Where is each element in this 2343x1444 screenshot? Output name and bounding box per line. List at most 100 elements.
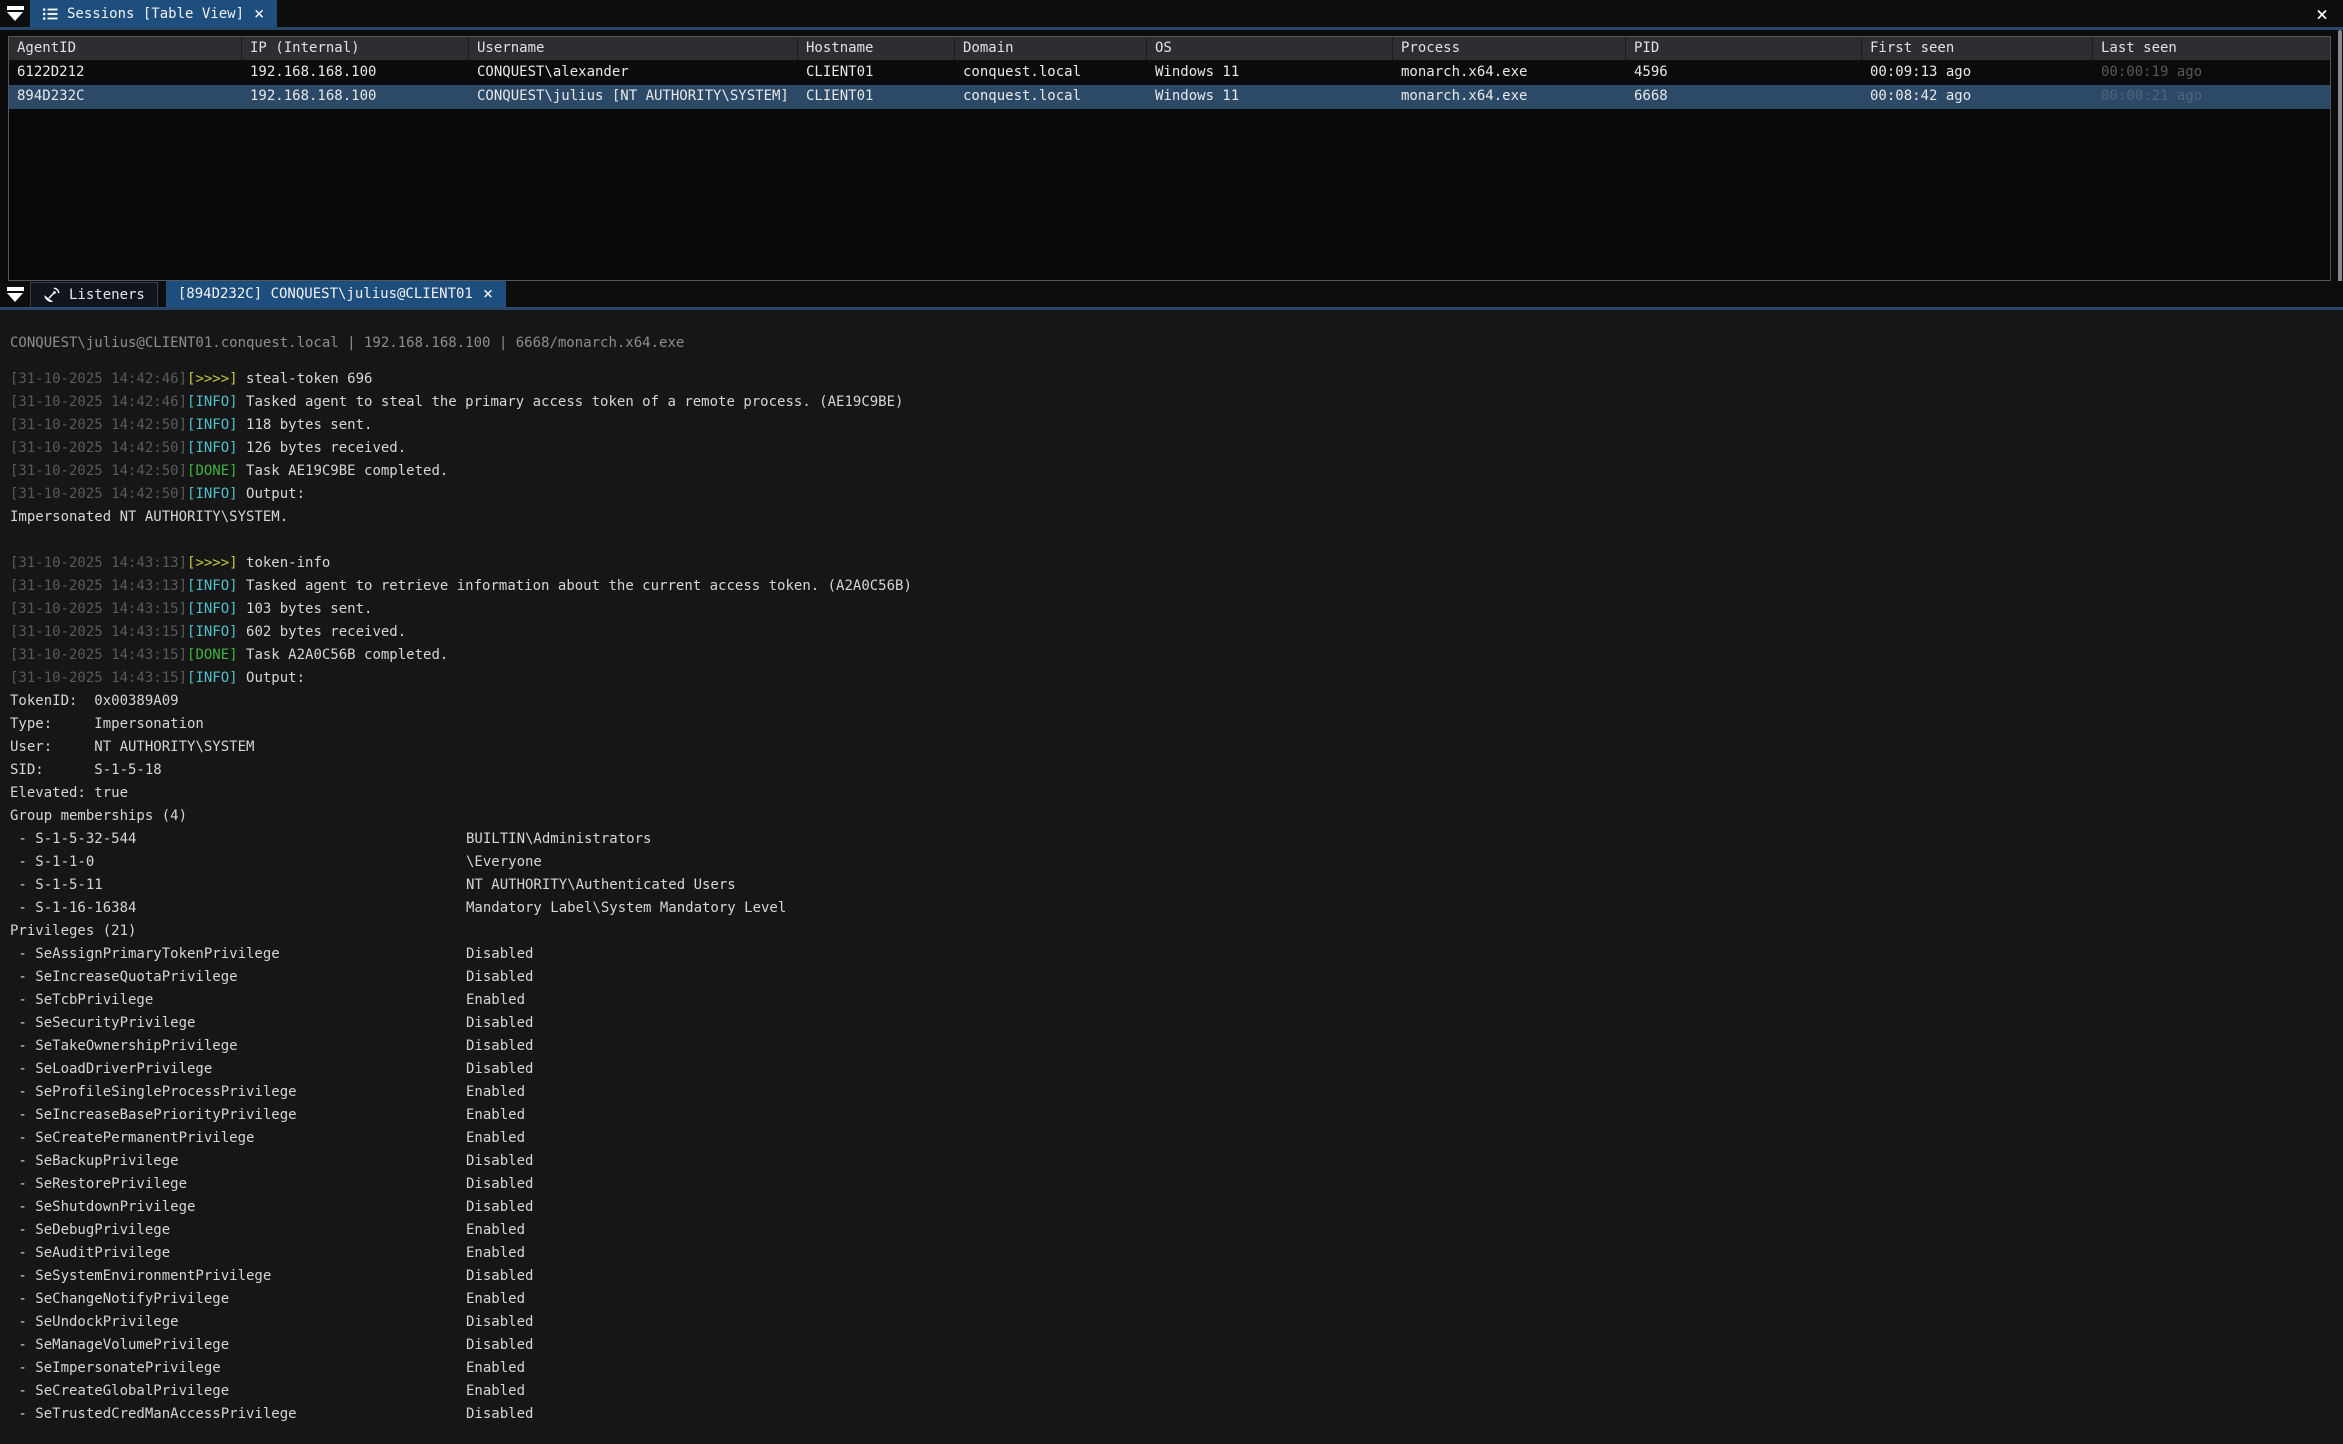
sessions-table: AgentIDIP (Internal)UsernameHostnameDoma… xyxy=(8,36,2331,281)
console-line: - SeTakeOwnershipPrivilegeDisabled xyxy=(10,1035,2343,1058)
session-cell: CONQUEST\alexander xyxy=(469,61,798,85)
console-line: - SeProfileSingleProcessPrivilegeEnabled xyxy=(10,1081,2343,1104)
collapse-icon xyxy=(7,6,24,10)
console-line: [31-10-2025 14:43:15][INFO] Output: xyxy=(10,667,2343,690)
session-cell: CLIENT01 xyxy=(798,85,955,109)
console-line: Elevated: true xyxy=(10,782,2343,805)
console-line: - SeDebugPrivilegeEnabled xyxy=(10,1219,2343,1242)
window-close-icon[interactable]: × xyxy=(2309,2,2335,28)
session-cell: 4596 xyxy=(1626,61,1862,85)
tab-agent-label: [894D232C] CONQUEST\julius@CLIENT01 xyxy=(178,286,473,302)
console-line: [31-10-2025 14:42:50][INFO] 126 bytes re… xyxy=(10,437,2343,460)
sessions-tabbar: Sessions [Table View] × × xyxy=(0,0,2343,30)
agent-console[interactable]: CONQUEST\julius@CLIENT01.conquest.local … xyxy=(0,310,2343,1444)
console-line: - SeBackupPrivilegeDisabled xyxy=(10,1150,2343,1173)
tab-sessions-label: Sessions [Table View] xyxy=(67,6,244,22)
session-cell: 6668 xyxy=(1626,85,1862,109)
column-header-domain[interactable]: Domain xyxy=(955,37,1147,60)
table-header-row: AgentIDIP (Internal)UsernameHostnameDoma… xyxy=(9,37,2330,61)
session-cell: CONQUEST\julius [NT AUTHORITY\SYSTEM] xyxy=(469,85,798,109)
session-cell: 00:00:19 ago xyxy=(2093,61,2331,85)
console-line: - SeTrustedCredManAccessPrivilegeDisable… xyxy=(10,1403,2343,1426)
console-line: [31-10-2025 14:43:13][>>>>] token-info xyxy=(10,552,2343,575)
console-line: TokenID: 0x00389A09 xyxy=(10,690,2343,713)
console-line xyxy=(10,529,2343,552)
list-view-icon xyxy=(42,6,58,22)
column-header-first-seen[interactable]: First seen xyxy=(1862,37,2093,60)
c2-client-window: Sessions [Table View] × × AgentIDIP (Int… xyxy=(0,0,2343,1444)
column-header-agentid[interactable]: AgentID xyxy=(9,37,242,60)
session-cell: 192.168.168.100 xyxy=(242,85,469,109)
console-line: [31-10-2025 14:42:46][INFO] Tasked agent… xyxy=(10,391,2343,414)
column-header-pid[interactable]: PID xyxy=(1626,37,1862,60)
tab-overview-dropdown-button-2[interactable] xyxy=(0,281,30,307)
console-line: SID: S-1-5-18 xyxy=(10,759,2343,782)
agent-status-line: CONQUEST\julius@CLIENT01.conquest.local … xyxy=(10,335,2343,352)
session-row-894D232C[interactable]: 894D232C192.168.168.100CONQUEST\julius [… xyxy=(9,85,2330,109)
console-line: - S-1-5-32-544BUILTIN\Administrators xyxy=(10,828,2343,851)
console-line: Group memberships (4) xyxy=(10,805,2343,828)
tab-listeners-label: Listeners xyxy=(69,287,145,303)
console-line: [31-10-2025 14:42:50][INFO] 118 bytes se… xyxy=(10,414,2343,437)
console-line: - SeCreateGlobalPrivilegeEnabled xyxy=(10,1380,2343,1403)
tab-listeners[interactable]: Listeners xyxy=(30,282,158,307)
console-line: - S-1-5-11NT AUTHORITY\Authenticated Use… xyxy=(10,874,2343,897)
session-cell: 00:00:21 ago xyxy=(2093,85,2331,109)
console-line: - SeIncreaseQuotaPrivilegeDisabled xyxy=(10,966,2343,989)
session-cell: monarch.x64.exe xyxy=(1393,61,1626,85)
console-line: User: NT AUTHORITY\SYSTEM xyxy=(10,736,2343,759)
column-header-last-seen[interactable]: Last seen xyxy=(2093,37,2331,60)
console-line: - SeIncreaseBasePriorityPrivilegeEnabled xyxy=(10,1104,2343,1127)
console-line: - SeSystemEnvironmentPrivilegeDisabled xyxy=(10,1265,2343,1288)
console-line: Type: Impersonation xyxy=(10,713,2343,736)
triangle-down-icon xyxy=(7,293,23,302)
column-header-process[interactable]: Process xyxy=(1393,37,1626,60)
column-header-os[interactable]: OS xyxy=(1147,37,1393,60)
tab-overview-dropdown-button[interactable] xyxy=(0,0,30,27)
console-line: [31-10-2025 14:43:13][INFO] Tasked agent… xyxy=(10,575,2343,598)
session-cell: 894D232C xyxy=(9,85,242,109)
console-line: [31-10-2025 14:42:50][DONE] Task AE19C9B… xyxy=(10,460,2343,483)
console-line: [31-10-2025 14:42:50][INFO] Output: xyxy=(10,483,2343,506)
console-line: [31-10-2025 14:43:15][INFO] 602 bytes re… xyxy=(10,621,2343,644)
console-line: [31-10-2025 14:43:15][INFO] 103 bytes se… xyxy=(10,598,2343,621)
session-cell: 00:09:13 ago xyxy=(1862,61,2093,85)
console-line: - SeSecurityPrivilegeDisabled xyxy=(10,1012,2343,1035)
session-cell: 192.168.168.100 xyxy=(242,61,469,85)
console-line: - SeShutdownPrivilegeDisabled xyxy=(10,1196,2343,1219)
console-line: - SeAssignPrimaryTokenPrivilegeDisabled xyxy=(10,943,2343,966)
session-cell: conquest.local xyxy=(955,85,1147,109)
session-cell: monarch.x64.exe xyxy=(1393,85,1626,109)
session-cell: 6122D212 xyxy=(9,61,242,85)
console-line: - S-1-16-16384Mandatory Label\System Man… xyxy=(10,897,2343,920)
session-cell: 00:08:42 ago xyxy=(1862,85,2093,109)
console-line: - SeUndockPrivilegeDisabled xyxy=(10,1311,2343,1334)
tab-agent-close-icon[interactable]: × xyxy=(482,287,494,301)
session-cell: Windows 11 xyxy=(1147,85,1393,109)
console-line: - SeChangeNotifyPrivilegeEnabled xyxy=(10,1288,2343,1311)
console-line: - S-1-1-0\Everyone xyxy=(10,851,2343,874)
console-line: - SeRestorePrivilegeDisabled xyxy=(10,1173,2343,1196)
tab-sessions-table-view[interactable]: Sessions [Table View] × xyxy=(30,0,277,27)
console-tabbar: Listeners [894D232C] CONQUEST\julius@CLI… xyxy=(0,281,2343,310)
console-line: [31-10-2025 14:42:46][>>>>] steal-token … xyxy=(10,368,2343,391)
console-line: - SeManageVolumePrivilegeDisabled xyxy=(10,1334,2343,1357)
triangle-down-icon xyxy=(7,12,23,21)
session-row-6122D212[interactable]: 6122D212192.168.168.100CONQUEST\alexande… xyxy=(9,61,2330,85)
console-line: - SeCreatePermanentPrivilegeEnabled xyxy=(10,1127,2343,1150)
console-line: - SeLoadDriverPrivilegeDisabled xyxy=(10,1058,2343,1081)
column-header-hostname[interactable]: Hostname xyxy=(798,37,955,60)
console-line: Impersonated NT AUTHORITY\SYSTEM. xyxy=(10,506,2343,529)
session-cell: CLIENT01 xyxy=(798,61,955,85)
session-cell: conquest.local xyxy=(955,61,1147,85)
tab-agent-console[interactable]: [894D232C] CONQUEST\julius@CLIENT01 × xyxy=(166,281,506,307)
column-header-ip-internal[interactable]: IP (Internal) xyxy=(242,37,469,60)
tab-sessions-close-icon[interactable]: × xyxy=(253,7,265,21)
collapse-icon xyxy=(7,287,24,291)
console-line: Privileges (21) xyxy=(10,920,2343,943)
sessions-table-scrollbar[interactable] xyxy=(2338,30,2342,285)
column-header-username[interactable]: Username xyxy=(469,37,798,60)
console-line: - SeTcbPrivilegeEnabled xyxy=(10,989,2343,1012)
console-line: - SeImpersonatePrivilegeEnabled xyxy=(10,1357,2343,1380)
console-output: [31-10-2025 14:42:46][>>>>] steal-token … xyxy=(10,368,2343,1426)
